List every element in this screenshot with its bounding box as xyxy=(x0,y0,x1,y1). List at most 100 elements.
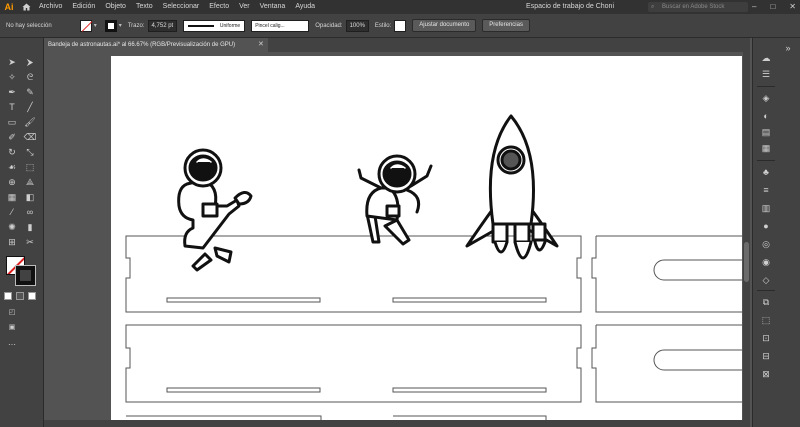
none-mode-button[interactable] xyxy=(28,292,36,300)
menu-bar: Ai Archivo Edición Objeto Texto Seleccio… xyxy=(0,0,800,14)
tray-slot xyxy=(166,387,321,393)
tray-piece-right xyxy=(591,324,742,403)
vertical-scrollbar[interactable] xyxy=(743,52,750,427)
column-graph-icon[interactable]: ▮ xyxy=(22,221,38,234)
document-tab-bar: Bandeja de astronautas.ai* al 66.67% (RG… xyxy=(44,38,750,52)
artboard[interactable] xyxy=(111,56,742,427)
slice-icon[interactable]: ✂ xyxy=(22,236,38,249)
stroke-icon[interactable]: ▥ xyxy=(758,202,774,214)
swatches-icon[interactable]: ▦ xyxy=(758,142,774,154)
pen-icon[interactable]: ✒ xyxy=(4,86,20,99)
gradient-mode-button[interactable] xyxy=(16,292,24,300)
screen-mode-icon[interactable]: ▣ xyxy=(4,321,20,334)
menu-efecto[interactable]: Efecto xyxy=(204,0,234,14)
chevron-down-icon[interactable]: ▾ xyxy=(94,22,97,29)
scale-icon[interactable]: ⤡ xyxy=(22,146,38,159)
menu-ayuda[interactable]: Ayuda xyxy=(290,0,320,14)
menu-seleccionar[interactable]: Seleccionar xyxy=(158,0,205,14)
color-icon[interactable]: ◐ xyxy=(758,110,774,122)
lasso-icon[interactable]: ᘓ xyxy=(22,71,38,84)
warp-icon[interactable]: ☙ xyxy=(4,161,20,174)
pathfinder-icon[interactable]: ⊠ xyxy=(758,368,774,380)
document-setup-button[interactable]: Ajustar documento xyxy=(412,19,477,32)
document-tab[interactable]: Bandeja de astronautas.ai* al 66.67% (RG… xyxy=(44,38,268,52)
preferences-button[interactable]: Preferencias xyxy=(482,19,530,32)
workspace-switcher[interactable]: Espacio de trabajo de Choni xyxy=(526,0,614,14)
stroke-weight-field[interactable]: 4,752 pt xyxy=(147,19,178,32)
minimize-button[interactable]: – xyxy=(752,0,756,14)
close-icon[interactable]: ✕ xyxy=(258,38,264,52)
curvature-icon[interactable]: ✎ xyxy=(22,86,38,99)
tray-slot xyxy=(392,297,547,303)
artboards-panel-icon[interactable]: ⬚ xyxy=(758,314,774,326)
shaper-icon[interactable]: ✐ xyxy=(4,131,20,144)
selection-icon[interactable]: ➤ xyxy=(4,56,20,69)
close-button[interactable]: ✕ xyxy=(789,0,796,14)
layers-icon[interactable]: ◈ xyxy=(758,92,774,104)
transparency-icon[interactable]: ◎ xyxy=(758,238,774,250)
draw-mode-icon[interactable]: ◰ xyxy=(4,306,20,319)
search-input[interactable]: ⌕ Buscar en Adobe Stock xyxy=(648,2,748,12)
home-icon[interactable] xyxy=(18,0,34,14)
menu-archivo[interactable]: Archivo xyxy=(34,0,67,14)
opacity-label: Opacidad: xyxy=(315,22,343,29)
type-icon[interactable]: T xyxy=(4,101,20,114)
window-controls: – □ ✕ xyxy=(752,0,796,14)
transform-icon[interactable]: ⊡ xyxy=(758,332,774,344)
graphic-styles-icon[interactable]: ◇ xyxy=(758,274,774,286)
stroke-profile-value: Uniforme xyxy=(219,22,241,29)
brushes-icon[interactable]: ♣ xyxy=(758,166,774,178)
canvas-area[interactable] xyxy=(44,52,750,427)
color-mode-button[interactable] xyxy=(4,292,12,300)
graphic-style-swatch[interactable] xyxy=(394,19,407,32)
maximize-button[interactable]: □ xyxy=(770,0,775,14)
color-guide-icon[interactable]: ▤ xyxy=(758,126,774,138)
gradient-icon[interactable]: ◧ xyxy=(22,191,38,204)
scroll-thumb[interactable] xyxy=(744,242,749,282)
fill-color-swatch[interactable] xyxy=(79,19,92,32)
stroke-swatch[interactable] xyxy=(15,265,36,286)
fill-stroke-control[interactable] xyxy=(6,256,36,286)
menu-edicion[interactable]: Edición xyxy=(67,0,100,14)
brush-definition-select[interactable]: Pincel calig... xyxy=(251,19,310,32)
libraries-icon[interactable]: ☁ xyxy=(758,52,774,64)
stroke-profile-select[interactable]: Uniforme xyxy=(183,19,246,32)
free-transform-icon[interactable]: ⬚ xyxy=(22,161,38,174)
rotate-icon[interactable]: ↻ xyxy=(4,146,20,159)
rectangle-icon[interactable]: ▭ xyxy=(4,116,20,129)
opacity-field[interactable]: 100% xyxy=(345,19,369,32)
stroke-color-swatch[interactable] xyxy=(104,19,117,32)
menu-ver[interactable]: Ver xyxy=(234,0,255,14)
blend-icon[interactable]: ∞ xyxy=(22,206,38,219)
astronaut-left xyxy=(177,148,253,272)
eyedropper-icon[interactable]: ⁄ xyxy=(4,206,20,219)
paintbrush-icon[interactable]: 🖌 xyxy=(22,116,38,129)
menu-texto[interactable]: Texto xyxy=(131,0,158,14)
menu-objeto[interactable]: Objeto xyxy=(100,0,131,14)
chevron-down-icon[interactable]: ▾ xyxy=(119,22,122,29)
gradient-panel-icon[interactable]: ● xyxy=(758,220,774,232)
symbol-sprayer-icon[interactable]: ✺ xyxy=(4,221,20,234)
line-icon[interactable]: ╱ xyxy=(22,101,38,114)
direct-selection-icon[interactable]: ⮞ xyxy=(22,56,38,69)
search-placeholder: Buscar en Adobe Stock xyxy=(662,4,725,10)
panel-collapse-icon[interactable]: » xyxy=(780,42,796,54)
mesh-icon[interactable]: ▦ xyxy=(4,191,20,204)
eraser-icon[interactable]: ⌫ xyxy=(22,131,38,144)
align-icon[interactable]: ⊟ xyxy=(758,350,774,362)
appearance-icon[interactable]: ◉ xyxy=(758,256,774,268)
tray-handle xyxy=(653,349,742,371)
properties-icon[interactable]: ☰ xyxy=(758,68,774,80)
stroke-label: Trazo: xyxy=(127,22,145,29)
tools-panel: ➤ ⮞ ✧ ᘓ ✒ ✎ T ╱ ▭ 🖌 ✐ ⌫ ↻ ⤡ ☙ ⬚ ⊕ ⟁ ▦ ◧ … xyxy=(0,38,44,427)
more-tools-icon[interactable]: ⋯ xyxy=(4,338,20,351)
magic-wand-icon[interactable]: ✧ xyxy=(4,71,20,84)
asset-export-icon[interactable]: ⧉ xyxy=(758,296,774,308)
shape-builder-icon[interactable]: ⊕ xyxy=(4,176,20,189)
perspective-icon[interactable]: ⟁ xyxy=(22,176,38,189)
tray-slot xyxy=(166,297,321,303)
artboard-icon[interactable]: ⊞ xyxy=(4,236,20,249)
menu-ventana[interactable]: Ventana xyxy=(255,0,291,14)
symbols-icon[interactable]: ≡ xyxy=(758,184,774,196)
status-bar xyxy=(44,420,744,427)
